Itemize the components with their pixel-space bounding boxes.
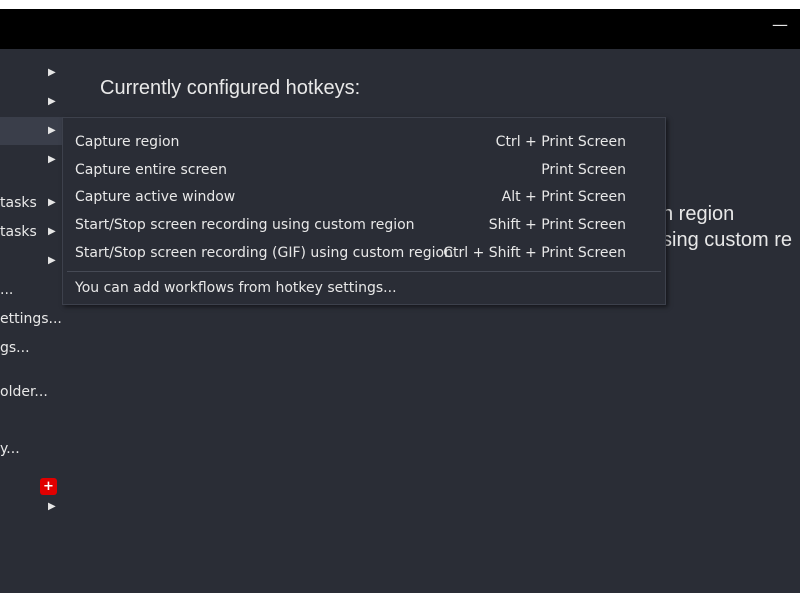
chevron-right-icon: ▶: [48, 501, 56, 512]
chevron-right-icon: ▶: [48, 67, 56, 78]
sidebar-menu: ▶ ▶ ▶ ▶ tasks ▶ tasks ▶ ▶ ... ettings...…: [0, 49, 62, 593]
chevron-right-icon: ▶: [48, 96, 56, 107]
minimize-button[interactable]: —: [772, 17, 788, 33]
sidebar-item-4[interactable]: ▶: [0, 146, 62, 174]
sidebar-item-label: ...: [0, 282, 14, 298]
menu-item-label: Capture active window: [75, 189, 236, 205]
sidebar-item-hotkeys[interactable]: ▶: [0, 117, 62, 145]
chevron-right-icon: ▶: [48, 197, 56, 208]
page-title: Currently configured hotkeys:: [100, 77, 361, 99]
hotkeys-submenu: Capture region Ctrl + Print Screen Captu…: [62, 117, 666, 305]
menu-item-shortcut: Ctrl + Shift + Print Screen: [443, 245, 626, 261]
chevron-right-icon: ▶: [48, 226, 56, 237]
app-window: — ▶ ▶ ▶ ▶ tasks ▶ tasks ▶ ▶ ... ettings.…: [0, 9, 800, 593]
sidebar-item-label: gs...: [0, 340, 30, 356]
sidebar-item-1[interactable]: ▶: [0, 59, 62, 87]
menu-item-label: Capture region: [75, 134, 180, 150]
menu-separator: [67, 271, 661, 272]
sidebar-item-12[interactable]: y...: [0, 435, 62, 463]
menu-item-hotkey-settings[interactable]: You can add workflows from hotkey settin…: [63, 274, 665, 302]
menu-item-shortcut: Print Screen: [541, 162, 626, 178]
menu-item-label: Capture entire screen: [75, 162, 228, 178]
bottom-strip: [0, 593, 800, 600]
chevron-right-icon: ▶: [48, 154, 56, 165]
hotkey-line-region: n region: [662, 203, 735, 225]
menu-item-label: Start/Stop screen recording using custom…: [75, 217, 415, 233]
chevron-right-icon: ▶: [48, 125, 56, 136]
sidebar-item-folder[interactable]: older...: [0, 378, 62, 406]
title-bar: —: [0, 9, 800, 49]
menu-item-shortcut: Ctrl + Print Screen: [495, 134, 626, 150]
menu-item-screen-recording[interactable]: Start/Stop screen recording using custom…: [63, 211, 665, 239]
sidebar-item-settings[interactable]: ettings...: [0, 305, 62, 333]
menu-item-shortcut: Alt + Print Screen: [501, 189, 626, 205]
sidebar-item-2[interactable]: ▶: [0, 88, 62, 116]
menu-item-shortcut: Shift + Print Screen: [488, 217, 626, 233]
sidebar-item-label: tasks: [0, 224, 37, 240]
sidebar-item-tasks-1[interactable]: tasks ▶: [0, 189, 62, 217]
sidebar-item-tasks-2[interactable]: tasks ▶: [0, 218, 62, 246]
sidebar-item-label: ettings...: [0, 311, 62, 327]
menu-item-label: Start/Stop screen recording (GIF) using …: [75, 245, 453, 261]
sidebar-item-8[interactable]: ...: [0, 276, 62, 304]
menu-item-label: You can add workflows from hotkey settin…: [75, 280, 397, 296]
hotkey-line-custom-region: sing custom re: [662, 229, 793, 251]
sidebar-item-label: y...: [0, 441, 20, 457]
menu-item-capture-region[interactable]: Capture region Ctrl + Print Screen: [63, 128, 665, 156]
chevron-right-icon: ▶: [48, 255, 56, 266]
menu-item-capture-active-window[interactable]: Capture active window Alt + Print Screen: [63, 183, 665, 211]
sidebar-item-14[interactable]: ▶: [0, 493, 62, 521]
menu-item-screen-recording-gif[interactable]: Start/Stop screen recording (GIF) using …: [63, 239, 665, 267]
sidebar-item-label: older...: [0, 384, 48, 400]
sidebar-item-settings-2[interactable]: gs...: [0, 334, 62, 362]
sidebar-item-label: tasks: [0, 195, 37, 211]
sidebar-item-7[interactable]: ▶: [0, 247, 62, 275]
menu-item-capture-entire-screen[interactable]: Capture entire screen Print Screen: [63, 156, 665, 184]
